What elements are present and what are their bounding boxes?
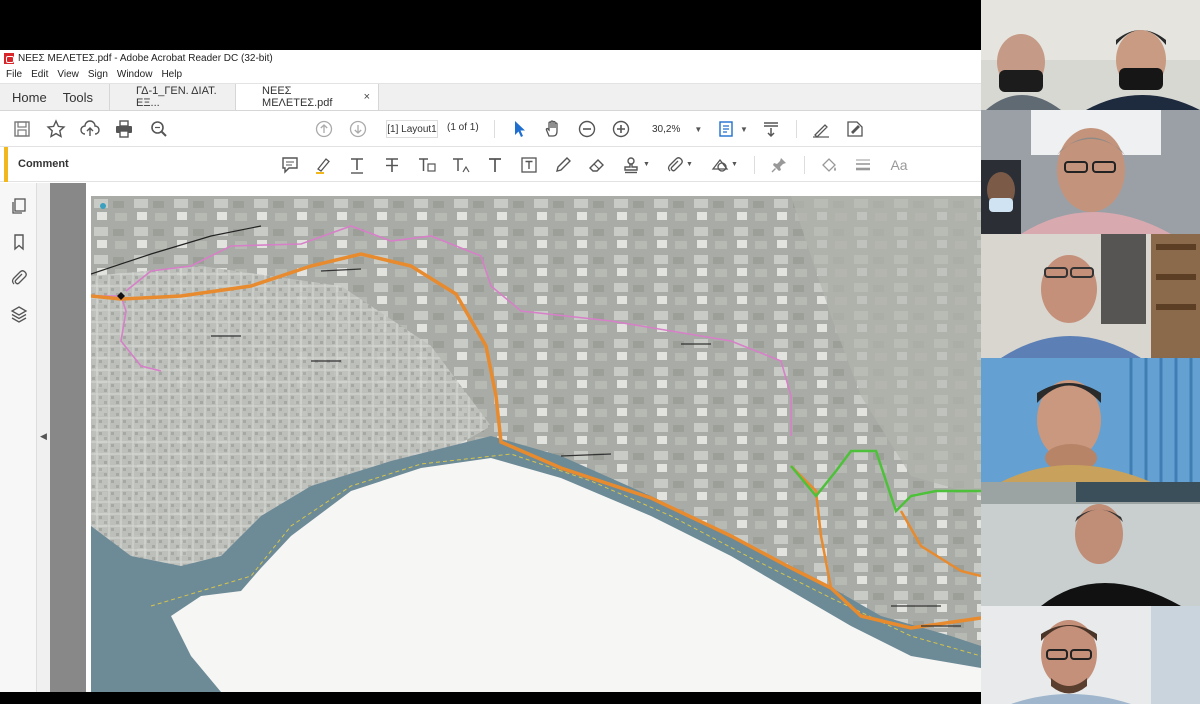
upload-icon[interactable] (80, 119, 100, 139)
next-page-icon[interactable] (348, 119, 368, 139)
tab-bar: Home Tools ΓΔ-1_ΓΕΝ. ΔΙΑΤ. ΕΞ... ΝΕΕΣ ΜΕ… (0, 83, 981, 111)
chevron-down-icon[interactable]: ▼ (686, 161, 693, 168)
chevron-down-icon: ▼ (694, 124, 703, 134)
fit-page-icon[interactable] (717, 119, 737, 139)
page-count: (1 of 1) (447, 122, 479, 133)
comment-tool-label: Comment (18, 158, 69, 170)
zoom-level-value: 30,2% (652, 123, 681, 135)
pdf-page (86, 183, 981, 692)
participant-tile-5[interactable] (981, 482, 1200, 606)
sign-icon[interactable] (811, 119, 831, 139)
fill-sign-icon[interactable] (845, 119, 865, 139)
site-plan-map (91, 196, 981, 692)
bookmarks-icon[interactable] (10, 233, 28, 251)
replace-text-icon[interactable] (417, 155, 437, 175)
toolbar-divider (796, 120, 797, 138)
pencil-icon[interactable] (553, 155, 573, 175)
menu-edit[interactable]: Edit (31, 69, 48, 80)
chevron-down-icon[interactable]: ▼ (740, 125, 748, 134)
toolbar-divider (804, 156, 805, 174)
scroll-mode-icon[interactable] (761, 119, 781, 139)
comment-toolbar: Comment ▼ ▼ ▼ Aa (0, 147, 981, 182)
chevron-down-icon[interactable]: ▼ (731, 161, 738, 168)
tab-home[interactable]: Home (0, 84, 59, 110)
print-icon[interactable] (114, 119, 134, 139)
participant-tile-3[interactable] (981, 234, 1200, 358)
menu-view[interactable]: View (57, 69, 79, 80)
main-toolbar: [1] Layout1 (1 of 1) 30,2% ▼ ▼ (0, 111, 981, 147)
fill-color-icon[interactable] (819, 155, 839, 175)
comment-accent-bar (4, 147, 8, 182)
title-bar: ΝΕΕΣ ΜΕΛΕΤΕΣ.pdf - Adobe Acrobat Reader … (0, 50, 981, 66)
participant-tile-6[interactable] (981, 606, 1200, 704)
participant-tile-4[interactable] (981, 358, 1200, 482)
save-icon[interactable] (12, 119, 32, 139)
add-text-icon[interactable] (485, 155, 505, 175)
underline-text-icon[interactable] (347, 155, 367, 175)
stamp-icon[interactable] (621, 155, 641, 175)
tab-tools[interactable]: Tools (59, 84, 109, 110)
tab-document-2-label: ΝΕΕΣ ΜΕΛΕΤΕΣ.pdf (262, 85, 333, 109)
select-arrow-icon[interactable] (509, 119, 529, 139)
highlight-icon[interactable] (313, 155, 333, 175)
zoom-in-icon[interactable] (611, 119, 631, 139)
hand-icon[interactable] (543, 119, 563, 139)
strikethrough-text-icon[interactable] (382, 155, 402, 175)
menu-sign[interactable]: Sign (88, 69, 108, 80)
text-box-icon[interactable] (519, 155, 539, 175)
eraser-icon[interactable] (587, 155, 607, 175)
video-call-screen: ΝΕΕΣ ΜΕΛΕΤΕΣ.pdf - Adobe Acrobat Reader … (0, 0, 1200, 704)
participant-tile-2[interactable] (981, 110, 1200, 234)
participants-panel (981, 0, 1200, 704)
page-gutter (50, 183, 86, 692)
acrobat-reader-window: ΝΕΕΣ ΜΕΛΕΤΕΣ.pdf - Adobe Acrobat Reader … (0, 50, 981, 692)
tab-document-1-label: ΓΔ-1_ΓΕΝ. ΔΙΑΤ. ΕΞ... (136, 85, 217, 109)
chevron-down-icon[interactable]: ▼ (643, 161, 650, 168)
pages-icon[interactable] (10, 197, 28, 215)
acrobat-logo-icon (4, 52, 14, 64)
bookmark-star-icon[interactable] (46, 119, 66, 139)
toolbar-divider (494, 120, 495, 138)
toolbar-divider (754, 156, 755, 174)
layers-icon[interactable] (10, 305, 28, 323)
menu-bar: File Edit View Sign Window Help (0, 66, 981, 83)
document-workspace: ◀ (0, 183, 981, 692)
page-number-input[interactable]: [1] Layout1 (386, 120, 438, 138)
participant-tile-1[interactable] (981, 0, 1200, 110)
shapes-icon[interactable] (710, 155, 730, 175)
tab-document-1[interactable]: ΓΔ-1_ΓΕΝ. ΔΙΑΤ. ΕΞ... (109, 84, 235, 110)
menu-window[interactable]: Window (117, 69, 153, 80)
zoom-search-icon[interactable] (149, 119, 169, 139)
collapse-pane-icon[interactable]: ◀ (40, 431, 47, 442)
sticky-note-icon[interactable] (280, 155, 300, 175)
insert-text-icon[interactable] (451, 155, 471, 175)
zoom-level-select[interactable]: 30,2% ▼ (646, 120, 702, 138)
navigation-pane (0, 183, 37, 692)
close-tab-icon[interactable]: × (364, 91, 370, 103)
window-title: ΝΕΕΣ ΜΕΛΕΤΕΣ.pdf - Adobe Acrobat Reader … (18, 52, 273, 64)
pin-icon[interactable] (769, 155, 789, 175)
menu-help[interactable]: Help (161, 69, 182, 80)
prev-page-icon[interactable] (314, 119, 334, 139)
font-size-icon[interactable]: Aa (889, 155, 909, 175)
line-weight-icon[interactable] (853, 155, 873, 175)
tab-document-2[interactable]: ΝΕΕΣ ΜΕΛΕΤΕΣ.pdf × (235, 84, 380, 110)
attach-icon[interactable] (665, 155, 685, 175)
menu-file[interactable]: File (6, 69, 22, 80)
zoom-out-icon[interactable] (577, 119, 597, 139)
attachments-icon[interactable] (10, 269, 28, 287)
